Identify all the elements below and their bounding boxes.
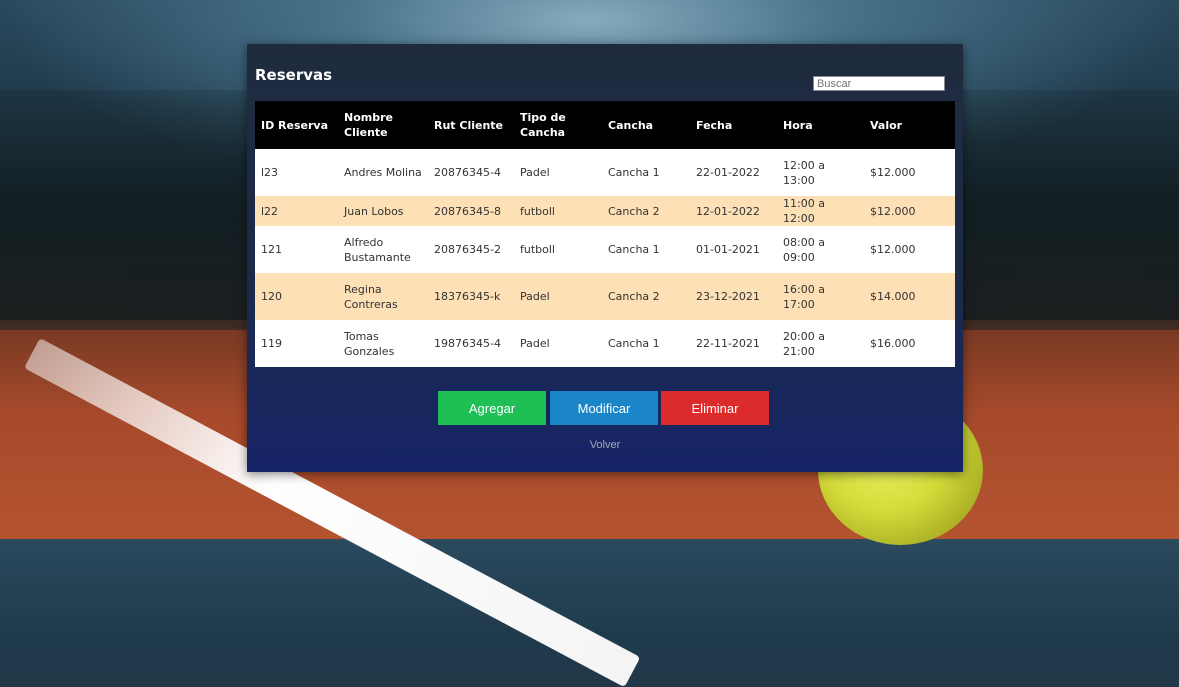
- back-link[interactable]: Volver: [247, 439, 963, 451]
- cell-date: 22-11-2021: [696, 337, 760, 350]
- cell-date: 23-12-2021: [696, 290, 760, 303]
- table-row[interactable]: l22 Juan Lobos 20876345-8 futboll Cancha…: [255, 196, 955, 226]
- cell-value: $12.000: [870, 243, 916, 256]
- cell-court: Cancha 2: [608, 290, 660, 303]
- table-header-row: ID Reserva Nombre Cliente Rut Cliente Ti…: [255, 101, 955, 149]
- cell-value: $12.000: [870, 204, 916, 218]
- column-header-court[interactable]: Cancha: [602, 101, 690, 149]
- cell-time: 08:00 a 09:00: [783, 235, 825, 264]
- cell-rut: 19876345-4: [434, 337, 501, 350]
- cell-name: Regina Contreras: [344, 282, 398, 311]
- cell-court: Cancha 2: [608, 204, 660, 218]
- reservations-table: ID Reserva Nombre Cliente Rut Cliente Ti…: [255, 101, 955, 367]
- cell-time: 11:00 a 12:00: [783, 197, 825, 225]
- page-title: Reservas: [255, 66, 333, 84]
- cell-name: Juan Lobos: [344, 204, 404, 218]
- cell-court-type: Padel: [520, 337, 550, 350]
- column-header-time[interactable]: Hora: [777, 101, 864, 149]
- delete-button[interactable]: Eliminar: [661, 391, 769, 425]
- cell-rut: 20876345-8: [434, 204, 501, 218]
- cell-rut: 18376345-k: [434, 290, 501, 303]
- column-header-court-type[interactable]: Tipo de Cancha: [514, 101, 602, 149]
- cell-date: 01-01-2021: [696, 243, 760, 256]
- cell-rut: 20876345-4: [434, 166, 501, 179]
- cell-name: Tomas Gonzales: [344, 329, 395, 358]
- cell-value: $16.000: [870, 337, 916, 350]
- cell-court-type: Padel: [520, 290, 550, 303]
- table-row[interactable]: 121 Alfredo Bustamante 20876345-2 futbol…: [255, 226, 955, 273]
- column-header-rut[interactable]: Rut Cliente: [428, 101, 514, 149]
- cell-court-type: futboll: [520, 243, 555, 256]
- modify-button[interactable]: Modificar: [550, 391, 658, 425]
- cell-date: 22-01-2022: [696, 166, 760, 179]
- cell-time: 12:00 a 13:00: [783, 158, 825, 187]
- cell-name: Andres Molina: [344, 166, 422, 179]
- cell-court-type: futboll: [520, 204, 555, 218]
- cell-id: l22: [261, 204, 279, 218]
- cell-name: Alfredo Bustamante: [344, 235, 411, 264]
- reservations-panel: Reservas ID Reserva Nombre Cliente Rut C…: [247, 44, 963, 472]
- cell-id: 119: [261, 337, 282, 350]
- cell-id: l23: [261, 166, 279, 179]
- add-button[interactable]: Agregar: [438, 391, 546, 425]
- search-input[interactable]: [813, 76, 945, 91]
- table-row[interactable]: 120 Regina Contreras 18376345-k Padel Ca…: [255, 273, 955, 320]
- cell-court: Cancha 1: [608, 337, 660, 350]
- column-header-id[interactable]: ID Reserva: [255, 101, 338, 149]
- cell-value: $14.000: [870, 290, 916, 303]
- table-row[interactable]: l23 Andres Molina 20876345-4 Padel Canch…: [255, 149, 955, 196]
- cell-court: Cancha 1: [608, 243, 660, 256]
- column-header-date[interactable]: Fecha: [690, 101, 777, 149]
- cell-id: 120: [261, 290, 282, 303]
- cell-court-type: Padel: [520, 166, 550, 179]
- cell-time: 16:00 a 17:00: [783, 282, 825, 311]
- cell-id: 121: [261, 243, 282, 256]
- cell-date: 12-01-2022: [696, 204, 760, 218]
- table-row[interactable]: 119 Tomas Gonzales 19876345-4 Padel Canc…: [255, 320, 955, 367]
- column-header-value[interactable]: Valor: [864, 101, 955, 149]
- cell-rut: 20876345-2: [434, 243, 501, 256]
- cell-court: Cancha 1: [608, 166, 660, 179]
- column-header-name[interactable]: Nombre Cliente: [338, 101, 428, 149]
- cell-value: $12.000: [870, 166, 916, 179]
- cell-time: 20:00 a 21:00: [783, 329, 825, 358]
